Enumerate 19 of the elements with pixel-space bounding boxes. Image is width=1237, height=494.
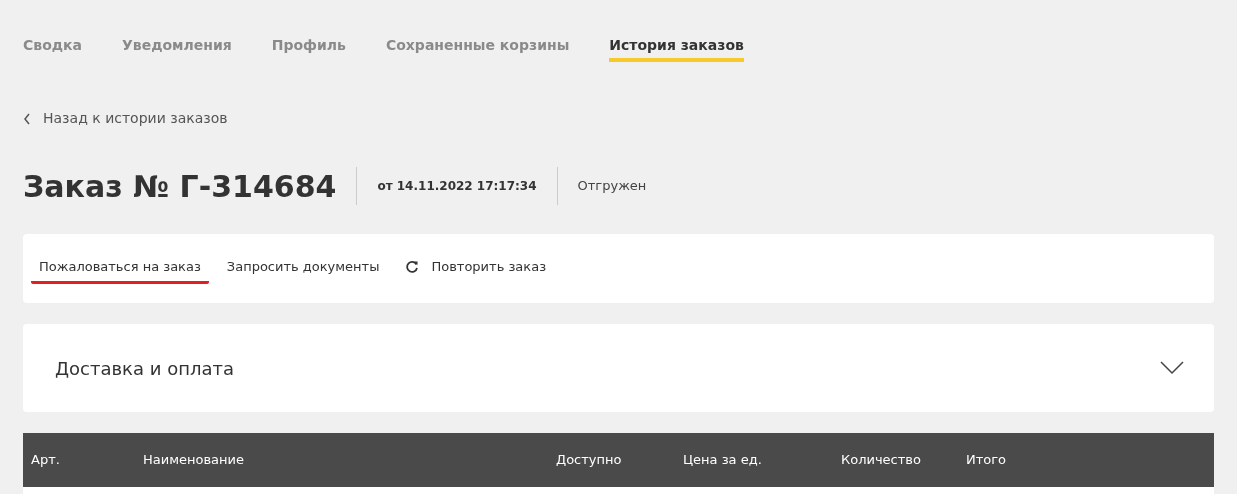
chevron-left-icon[interactable] <box>23 112 31 125</box>
column-header: Цена за ед. <box>683 451 763 470</box>
action-link[interactable]: Пожаловаться на заказ <box>31 253 209 284</box>
chevron-down-icon[interactable] <box>1160 361 1184 375</box>
order-date: от 14.11.2022 17:17:34 <box>376 178 538 195</box>
action-link[interactable]: Повторить заказ <box>397 253 555 284</box>
column-header: Арт. <box>31 451 61 470</box>
section-title: Доставка и оплата <box>55 356 234 381</box>
refresh-icon <box>405 260 420 274</box>
column-header: Наименование <box>143 451 246 470</box>
order-status: Отгружен <box>576 177 647 196</box>
column-header: Доступно <box>556 451 623 470</box>
tab[interactable]: История заказов <box>609 34 744 62</box>
order-title: Заказ № Г-314684 <box>23 167 338 206</box>
back-link[interactable]: Назад к истории заказов <box>43 108 228 129</box>
column-header: Итого <box>966 451 1008 470</box>
action-link[interactable]: Запросить документы <box>218 253 388 284</box>
delivery-panel[interactable]: Доставка и оплата <box>23 324 1214 412</box>
column-header: Количество <box>841 451 922 470</box>
